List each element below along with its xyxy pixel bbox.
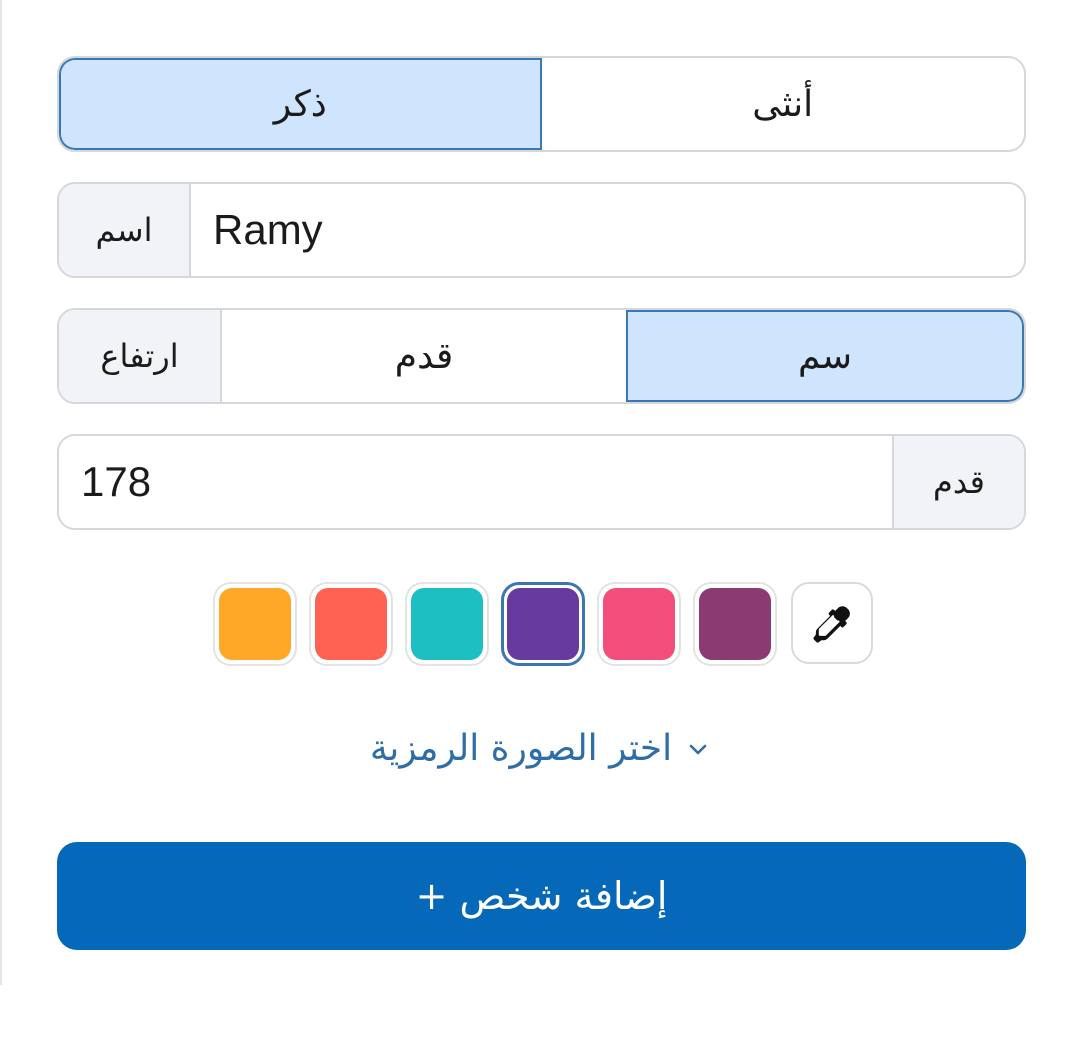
chevron-down-icon [689,744,707,754]
height-input-group: 178 قدم [57,434,1026,530]
choose-avatar-label: اختر الصورة الرمزية [369,728,673,769]
add-person-button[interactable]: إضافة شخص + [57,842,1026,950]
name-input[interactable]: Ramy [191,184,1024,276]
panel-left-border [0,0,2,985]
color-swatch-pink[interactable] [597,582,681,666]
name-label: اسم [59,184,191,276]
color-swatch-purple[interactable] [501,582,585,666]
name-input-group: اسم Ramy [57,182,1026,278]
height-unit-label: قدم [892,436,1024,528]
custom-color-button[interactable] [791,582,873,664]
unit-cm-option[interactable]: سم [626,310,1024,402]
add-person-label: إضافة شخص + [415,874,668,918]
color-swatch-teal[interactable] [405,582,489,666]
color-swatch-plum[interactable] [693,582,777,666]
unit-cm-label: سم [797,335,853,377]
gender-male-option[interactable]: ذكر [59,58,542,150]
height-input[interactable]: 178 [59,436,892,528]
gender-toggle: ذكر أنثى [57,56,1026,152]
gender-male-label: ذكر [273,83,327,125]
color-swatch-orange[interactable] [213,582,297,666]
unit-feet-option[interactable]: قدم [222,310,626,402]
unit-feet-label: قدم [394,335,454,377]
eyedropper-icon [813,606,850,643]
gender-female-label: أنثى [752,83,814,125]
choose-avatar-toggle[interactable]: اختر الصورة الرمزية [0,728,1080,769]
color-picker [213,582,873,668]
height-unit-toggle: ارتفاع قدم سم [57,308,1026,404]
color-swatch-coral[interactable] [309,582,393,666]
gender-female-option[interactable]: أنثى [542,58,1025,150]
height-label: ارتفاع [59,310,222,402]
